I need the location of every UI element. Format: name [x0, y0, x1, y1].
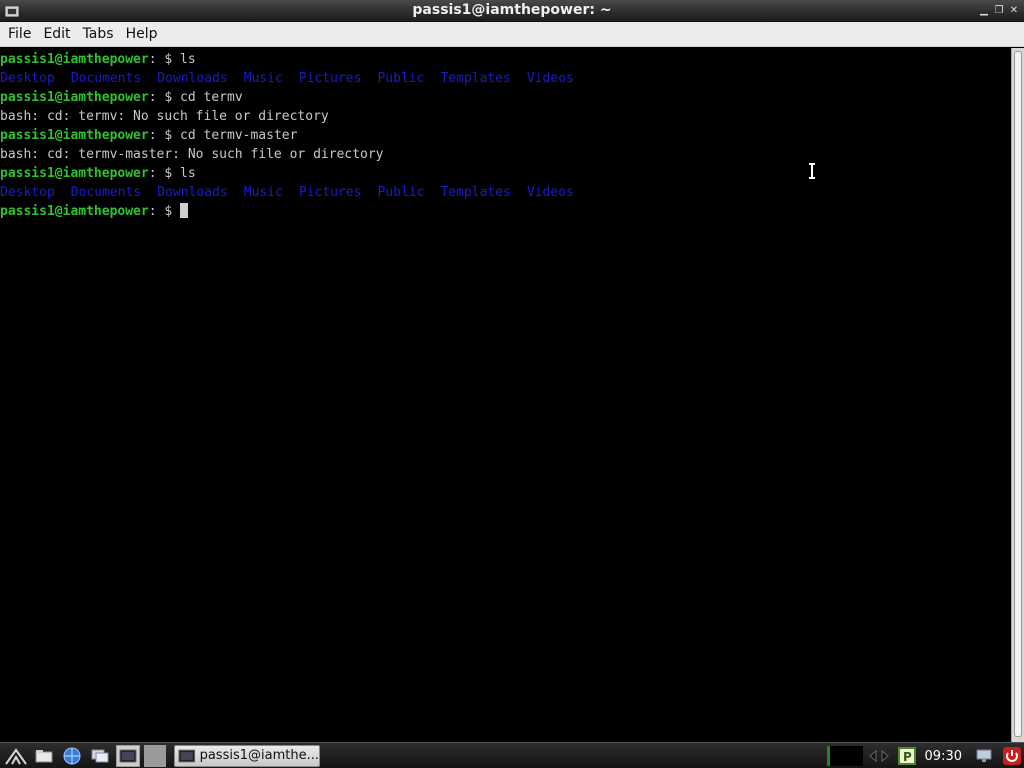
restore-button[interactable]: ❐ [993, 4, 1005, 17]
dir-entry: Templates [440, 71, 511, 86]
menu-file[interactable]: File [2, 22, 37, 47]
prompt-user: passis1@iamthepower [0, 166, 149, 181]
dir-entry: Documents [70, 71, 142, 86]
window-titlebar[interactable]: passis1@iamthepower: ~ ▁ ❐ ✕ [0, 0, 1024, 22]
terminal-scrollbar[interactable] [1011, 48, 1024, 742]
network-icon[interactable] [867, 745, 891, 767]
error-line: bash: cd: termv-master: No such file or … [0, 147, 384, 162]
prompt-user: passis1@iamthepower [0, 90, 149, 105]
system-tray: P 09:30 [826, 743, 1024, 768]
taskbar-task-terminal[interactable]: passis1@iamthe... [174, 744, 320, 767]
terminal-output[interactable]: passis1@iamthepower: $ ls Desktop Documen… [0, 48, 1011, 742]
dir-entry: Music [243, 185, 283, 200]
dir-entry: Desktop [0, 185, 55, 200]
prompt-separator: : $ [148, 204, 181, 219]
terminal-line: passis1@iamthepower: $ cd termv [0, 88, 1011, 107]
prompt-user: passis1@iamthepower [0, 204, 149, 219]
menu-help[interactable]: Help [120, 22, 164, 47]
dir-entry: Templates [440, 185, 511, 200]
ls-output-line: Desktop Documents Downloads Music Pictures Pu… [0, 69, 1011, 88]
cpu-monitor [826, 746, 863, 766]
prompt-user: passis1@iamthepower [0, 128, 149, 143]
dir-entry: Public [377, 71, 425, 86]
dir-entry: Pictures [298, 71, 362, 86]
dir-entry: Public [377, 185, 425, 200]
dir-entry: Videos [526, 185, 574, 200]
text-cursor [180, 203, 189, 218]
file-manager-icon[interactable] [32, 745, 56, 767]
prompt-separator: : $ [148, 128, 181, 143]
dir-entry: Music [243, 71, 283, 86]
browser-icon[interactable] [60, 745, 84, 767]
prompt-separator: : $ [148, 166, 181, 181]
terminal-line: passis1@iamthepower: $ ls [0, 164, 1011, 183]
dir-entry: Videos [526, 71, 574, 86]
prompt-separator: : $ [148, 90, 181, 105]
minimize-button[interactable]: ▁ [978, 4, 990, 17]
taskbar: passis1@iamthe... P 09:30 [0, 742, 1024, 768]
dir-entry: Downloads [157, 71, 228, 86]
svg-text:P: P [903, 750, 912, 764]
display-icon[interactable] [972, 745, 996, 767]
ibeam-cursor-icon [809, 163, 815, 179]
menu-tabs[interactable]: Tabs [77, 22, 120, 47]
start-menu-icon[interactable] [4, 745, 28, 767]
power-icon[interactable] [1000, 745, 1024, 767]
command-text: ls [180, 166, 196, 181]
command-text: cd termv-master [180, 128, 298, 143]
dir-entry: Documents [70, 185, 142, 200]
menu-bar: File Edit Tabs Help [0, 22, 1024, 47]
command-text: ls [180, 52, 196, 67]
error-line: bash: cd: termv: No such file or directo… [0, 109, 329, 124]
taskbar-spacer [144, 744, 166, 767]
terminal-icon[interactable] [116, 744, 140, 767]
task-label: passis1@iamthe... [199, 748, 319, 763]
prompt-separator: : $ [148, 52, 181, 67]
ls-output-line: Desktop Documents Downloads Music Pictures Pu… [0, 183, 1011, 202]
terminal-line: passis1@iamthepower: $ [0, 202, 1011, 221]
terminal-line: passis1@iamthepower: $ cd termv-master [0, 126, 1011, 145]
scrollbar-thumb[interactable] [1014, 51, 1022, 737]
desktop-icon[interactable] [88, 745, 112, 767]
prompt-user: passis1@iamthepower [0, 52, 149, 67]
terminal-icon [178, 749, 196, 762]
window-title: passis1@iamthepower: ~ [412, 2, 612, 18]
menu-edit[interactable]: Edit [37, 22, 76, 47]
dir-entry: Desktop [0, 71, 55, 86]
close-button[interactable]: ✕ [1008, 4, 1020, 17]
dir-entry: Pictures [298, 185, 362, 200]
terminal-line: passis1@iamthepower: $ ls [0, 50, 1011, 69]
dir-entry: Downloads [157, 185, 228, 200]
command-text: cd termv [180, 90, 243, 105]
clock[interactable]: 09:30 [925, 749, 962, 764]
pager-icon[interactable]: P [895, 745, 919, 767]
